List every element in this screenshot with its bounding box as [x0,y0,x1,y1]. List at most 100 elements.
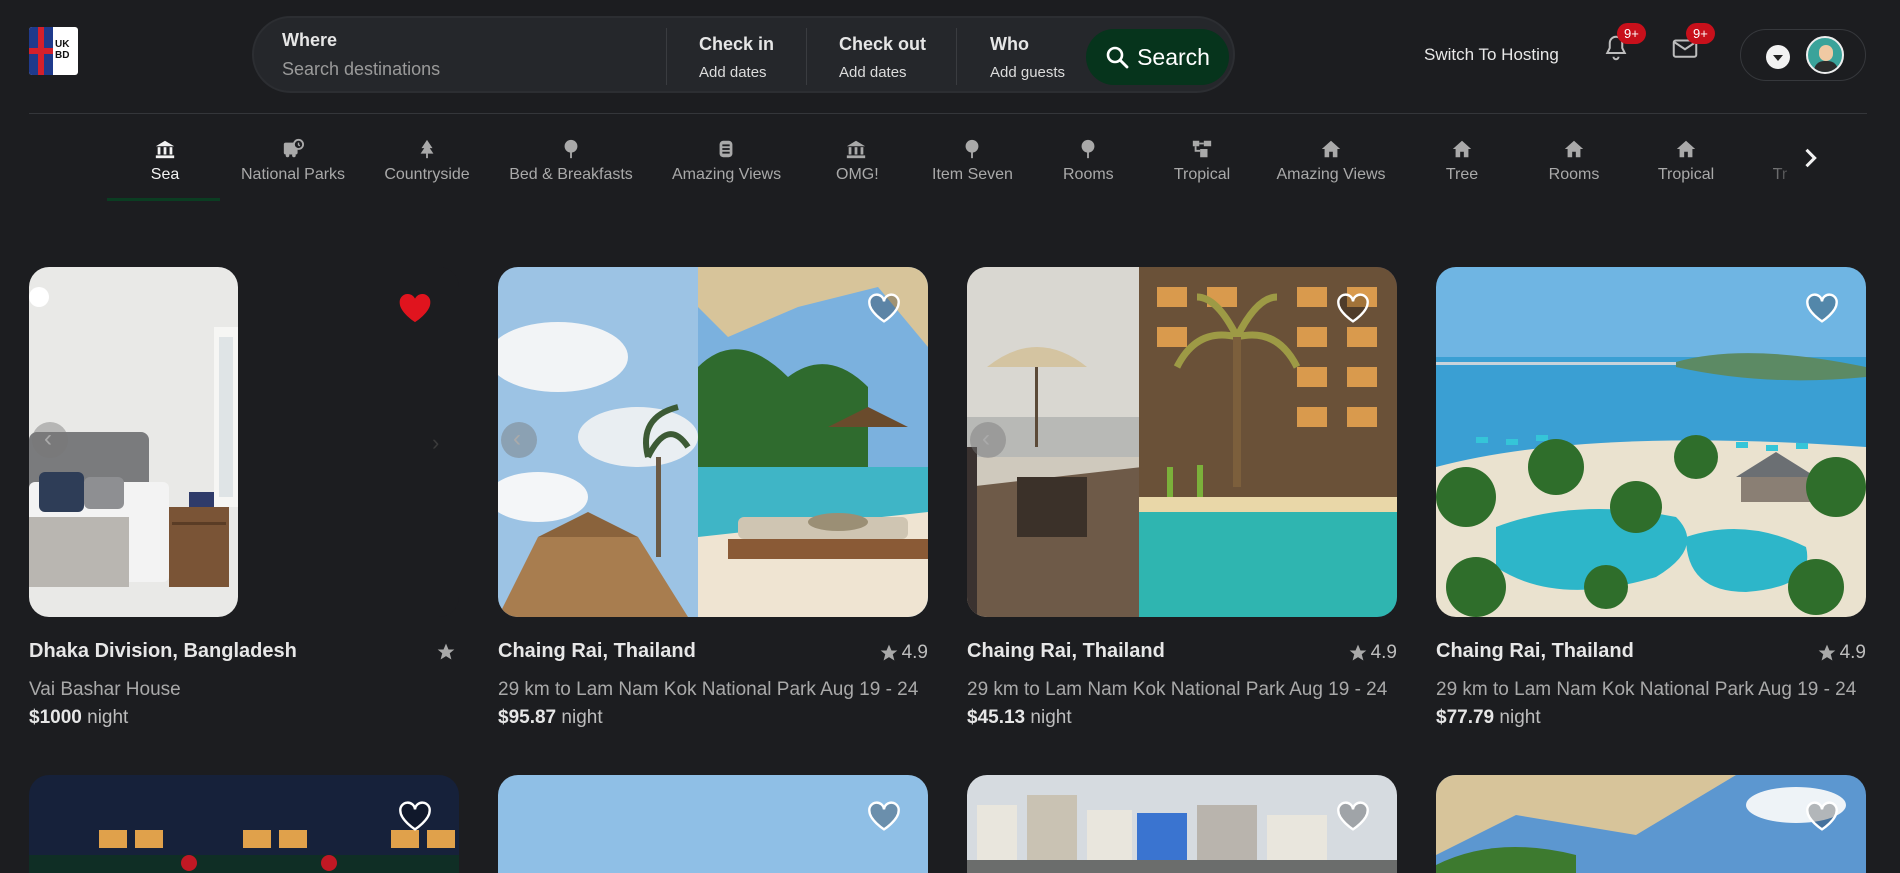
category-tropical[interactable]: Tropical [1172,136,1232,184]
category-bed-breakfasts[interactable]: Bed & Breakfasts [509,136,633,184]
listing-subtitle: Vai Bashar House [29,679,181,700]
star-icon [880,644,897,661]
listing-title[interactable]: Dhaka Division, Bangladesh [29,640,297,663]
checkin-field[interactable]: Check in Add dates [699,34,774,81]
listing-price: $77.79 night [1436,707,1541,729]
pin-icon [965,139,979,159]
heart-icon[interactable] [1337,293,1369,323]
category-amazing-views[interactable]: Amazing Views [672,136,781,184]
category-label: Tropical [1657,166,1715,183]
messages-badge: 9+ [1686,23,1715,44]
listing-photo[interactable] [1436,267,1866,617]
heart-icon[interactable] [868,293,900,323]
listing-card[interactable]: Chaing Rai, Thailand 4.9 29 km to Lam Na… [967,267,1397,737]
category-tropical-2[interactable]: Tropical [1657,136,1715,184]
listing-rating: 4.9 [879,642,928,664]
listing-photo[interactable] [967,775,1397,873]
listing-card[interactable]: Chaing Rai, Thailand 4.9 29 km to Lam Na… [1436,267,1866,737]
category-label: National Parks [241,166,346,183]
listing-photo[interactable] [1436,775,1866,873]
checkout-field[interactable]: Check out Add dates [839,34,926,81]
listing-photo[interactable]: › [29,267,459,617]
category-sea[interactable]: Sea [140,136,190,184]
avatar [1806,36,1844,74]
city-image [967,775,1397,873]
price-amount: $95.87 [498,707,557,728]
heart-icon[interactable] [1337,801,1369,831]
listing-photo[interactable] [29,775,459,873]
category-label: Tree [1445,166,1479,183]
heart-icon[interactable] [868,801,900,831]
category-label: Countryside [384,166,470,183]
category-omg[interactable]: OMG! [836,136,879,184]
search-button[interactable]: Search [1086,29,1229,85]
who-field[interactable]: Who Add guests [990,34,1065,81]
category-national-parks[interactable]: National Parks [241,136,345,184]
top-header: UK BD Where Search destinations Check in … [0,0,1900,113]
checkin-label: Check in [699,34,775,54]
listing-photo[interactable] [498,267,928,617]
divider [806,28,807,85]
category-label: Rooms [1548,166,1600,183]
listing-subtitle: 29 km to Lam Nam Kok National Park Aug 1… [1436,679,1857,700]
pin-icon [1081,139,1095,159]
search-button-label: Search [1137,43,1210,70]
category-item-seven[interactable]: Item Seven [932,136,1013,184]
previous-photo-button[interactable] [970,422,1006,458]
listing-price: $1000 night [29,707,128,729]
category-rooms-2[interactable]: Rooms [1548,136,1600,184]
category-label: Item Seven [932,166,1013,183]
listing-card[interactable]: › Dhaka Division, Bangladesh Vai Bashar … [29,267,459,737]
category-label: Amazing Views [1276,166,1386,183]
category-rooms[interactable]: Rooms [1063,136,1114,184]
category-label: Sea [150,166,180,183]
listing-subtitle: 29 km to Lam Nam Kok National Park Aug 1… [498,679,919,700]
listing-title[interactable]: Chaing Rai, Thailand [498,640,696,663]
listing-card[interactable]: Chaing Rai, Thailand 4.9 29 km to Lam Na… [498,267,928,737]
heart-icon[interactable] [399,293,431,323]
checkin-value: Add dates [699,64,767,81]
profile-menu[interactable] [1740,29,1866,81]
bank-icon [155,140,175,159]
previous-photo-button[interactable] [32,422,68,458]
pin-icon [564,139,578,159]
category-countryside[interactable]: Countryside [384,136,470,184]
listing-title[interactable]: Chaing Rai, Thailand [1436,640,1634,663]
previous-photo-button[interactable] [501,422,537,458]
uk-flag-icon [29,27,53,75]
resort-pool-image [498,267,928,617]
logo-text: UK BD [55,39,70,61]
heart-icon[interactable] [399,801,431,831]
price-amount: $1000 [29,707,82,728]
divider [956,28,957,85]
category-amazing-views-2[interactable]: Amazing Views [1276,136,1386,184]
listing-photo[interactable] [967,267,1397,617]
language-flag-logo[interactable]: UK BD [29,27,78,75]
heart-icon[interactable] [1806,293,1838,323]
category-label: Tropical [1173,166,1231,183]
listing-rating [436,642,459,662]
building-night-image [29,775,459,873]
next-photo-button[interactable]: › [432,430,439,456]
where-field[interactable]: Where Search destinations [282,30,440,80]
category-label: Rooms [1063,166,1114,183]
heart-icon[interactable] [1806,801,1838,831]
switch-to-hosting-link[interactable]: Switch To Hosting [1424,45,1559,65]
beach-resort-image [1436,267,1866,617]
chevron-down-icon[interactable] [1766,45,1790,69]
messages-button[interactable]: 9+ [1670,23,1715,67]
price-amount: $45.13 [967,707,1026,728]
destination-input[interactable]: Search destinations [282,59,440,80]
umbrella-image [1436,775,1866,873]
notifications-button[interactable]: 9+ [1601,23,1646,67]
where-label: Where [282,30,338,50]
rating-value: 4.9 [1370,642,1397,663]
category-tree[interactable]: Tree [1442,136,1482,184]
chevron-right-icon[interactable] [1796,144,1824,172]
listing-subtitle: 29 km to Lam Nam Kok National Park Aug 1… [967,679,1388,700]
listing-photo[interactable] [498,775,928,873]
active-category-indicator [107,198,220,201]
listing-title[interactable]: Chaing Rai, Thailand [967,640,1165,663]
home-icon [1676,140,1696,158]
tree-icon [420,139,434,159]
